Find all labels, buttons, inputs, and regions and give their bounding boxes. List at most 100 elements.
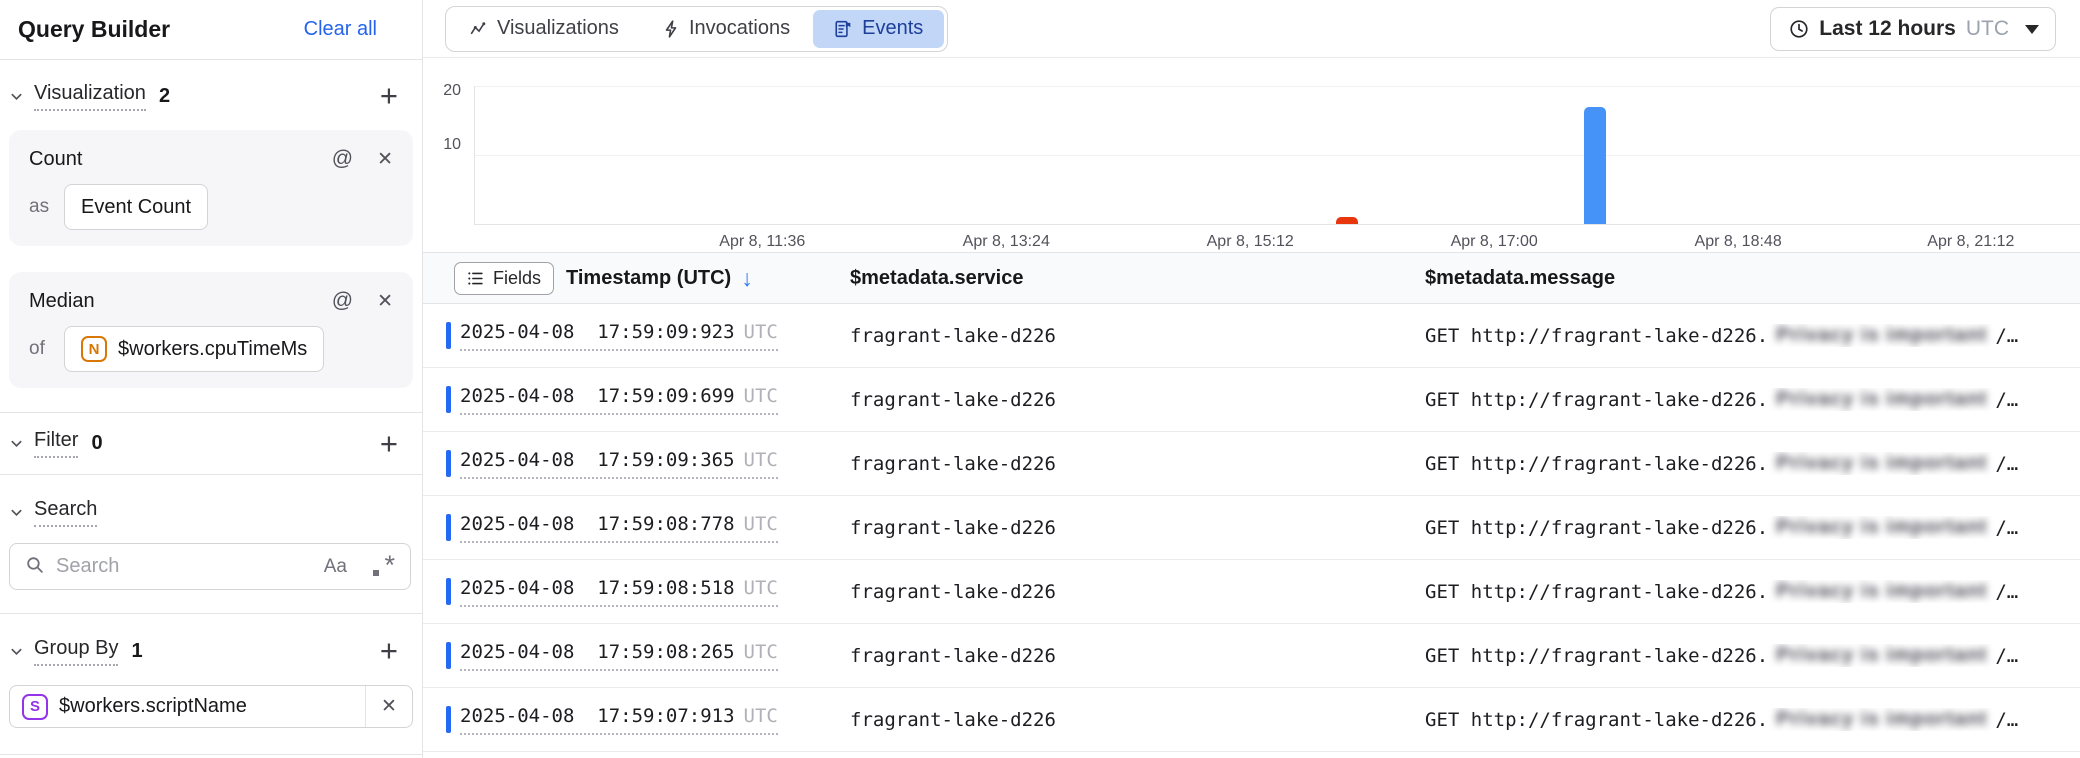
event-row[interactable]: 2025-04-08 17:59:09:365UTC fragrant-lake…	[423, 432, 2080, 496]
event-severity-chip	[446, 706, 451, 733]
time-range-label: Last 12 hours	[1819, 17, 1956, 41]
tab-invocations[interactable]: Invocations	[642, 10, 811, 48]
redacted-text: Privacy is important	[1776, 452, 1987, 475]
event-message-prefix: GET http://fragrant-lake-d226.	[1425, 453, 1768, 475]
utc-suffix: UTC	[744, 449, 778, 471]
visualization-count: 2	[159, 85, 170, 108]
events-document-icon	[834, 20, 852, 38]
event-row[interactable]: 2025-04-08 17:59:08:518UTC fragrant-lake…	[423, 560, 2080, 624]
tab-label: Invocations	[689, 17, 790, 40]
query-builder-header: Query Builder Clear all	[0, 0, 422, 60]
event-timestamp: 2025-04-08 17:59:09:923	[460, 321, 735, 343]
event-service: fragrant-lake-d226	[850, 325, 1425, 347]
column-header-message[interactable]: $metadata.message	[1425, 253, 1615, 303]
group-by-section-title: Group By	[34, 637, 118, 666]
column-header-timestamp[interactable]: Timestamp (UTC) ↓	[566, 253, 753, 303]
event-message-suffix: /…	[1995, 517, 2018, 539]
chevron-down-icon[interactable]	[9, 436, 24, 451]
close-icon[interactable]: ✕	[377, 148, 393, 171]
clear-all-link[interactable]: Clear all	[304, 18, 377, 41]
chevron-down-icon[interactable]	[9, 505, 24, 520]
tab-label: Events	[862, 17, 923, 40]
gridline-20	[475, 86, 2080, 87]
gridline-10	[475, 155, 2080, 156]
visualization-card-count: Count @ ✕ as Event Count	[9, 130, 413, 246]
event-service: fragrant-lake-d226	[850, 517, 1425, 539]
main-toolbar: Visualizations Invocations Events Last 1…	[423, 0, 2080, 58]
chart-bar[interactable]	[1336, 217, 1358, 224]
event-message-prefix: GET http://fragrant-lake-d226.	[1425, 389, 1768, 411]
add-group-by-button[interactable]: +	[380, 641, 398, 661]
timezone-label: UTC	[1966, 17, 2009, 41]
event-row[interactable]: 2025-04-08 17:59:07:913UTC fragrant-lake…	[423, 688, 2080, 752]
utc-suffix: UTC	[744, 641, 778, 663]
event-row[interactable]: 2025-04-08 17:59:09:699UTC fragrant-lake…	[423, 368, 2080, 432]
utc-suffix: UTC	[744, 577, 778, 599]
lightning-icon	[663, 20, 679, 38]
search-section-title: Search	[34, 498, 97, 527]
chevron-down-icon[interactable]	[9, 89, 24, 104]
tab-visualizations[interactable]: Visualizations	[449, 10, 640, 48]
group-by-count: 1	[131, 640, 142, 663]
number-type-icon: N	[81, 336, 107, 362]
main-content: Visualizations Invocations Events Last 1…	[423, 0, 2080, 758]
time-range-selector[interactable]: Last 12 hours UTC	[1770, 7, 2056, 51]
visualization-section-title: Visualization	[34, 82, 146, 111]
observability-app: Query Builder Clear all Visualization 2 …	[0, 0, 2080, 758]
utc-suffix: UTC	[744, 513, 778, 535]
chevron-down-icon[interactable]	[9, 644, 24, 659]
redacted-text: Privacy is important	[1776, 516, 1987, 539]
event-service: fragrant-lake-d226	[850, 389, 1425, 411]
event-row[interactable]: 2025-04-08 17:59:08:778 UTC fragrant-lake…	[423, 496, 2080, 560]
card-prefix-label: of	[29, 338, 64, 360]
event-message-suffix: /…	[1995, 709, 2018, 731]
remove-group-by-button[interactable]: ✕	[366, 686, 412, 727]
chart-bar[interactable]	[1584, 107, 1606, 224]
event-severity-chip	[446, 642, 451, 669]
event-severity-chip	[446, 322, 451, 349]
card-title: Count	[29, 148, 82, 171]
event-message-prefix: GET http://fragrant-lake-d226.	[1425, 517, 1768, 539]
x-axis-tick: Apr 8, 18:48	[1695, 233, 1782, 251]
regex-toggle-icon[interactable]: *	[371, 555, 395, 579]
events-table: Fields Timestamp (UTC) ↓ $metadata.servi…	[423, 252, 2080, 758]
y-axis-tick: 20	[425, 82, 461, 100]
search-icon	[25, 555, 44, 579]
search-input[interactable]	[56, 555, 324, 578]
event-row[interactable]: 2025-04-08 17:59:09:923 UTC fragrant-lake…	[423, 304, 2080, 368]
group-by-chip[interactable]: S $workers.scriptName ✕	[9, 685, 413, 728]
close-icon[interactable]: ✕	[377, 290, 393, 313]
filter-section-title: Filter	[34, 429, 78, 458]
event-message-suffix: /…	[1995, 645, 2018, 667]
at-sign-icon[interactable]: @	[332, 147, 353, 171]
sort-descending-icon[interactable]: ↓	[741, 265, 753, 292]
events-table-header: Fields Timestamp (UTC) ↓ $metadata.servi…	[423, 252, 2080, 304]
x-axis-tick: Apr 8, 21:12	[1927, 233, 2014, 251]
events-histogram: 20 10 Apr 8, 11:36 Apr 8, 13:24 Apr 8, 1…	[423, 58, 2080, 252]
x-axis-tick: Apr 8, 11:36	[719, 233, 805, 251]
redacted-text: Privacy is important	[1776, 644, 1987, 667]
page-title: Query Builder	[18, 16, 170, 43]
match-case-toggle[interactable]: Aa	[324, 556, 347, 578]
query-builder-panel: Query Builder Clear all Visualization 2 …	[0, 0, 423, 758]
event-message-suffix: /…	[1995, 389, 2018, 411]
event-message-prefix: GET http://fragrant-lake-d226.	[1425, 645, 1768, 667]
add-visualization-button[interactable]: +	[380, 86, 398, 106]
x-axis-tick: Apr 8, 17:00	[1451, 233, 1538, 251]
field-pill[interactable]: N $workers.cpuTimeMs	[64, 326, 324, 372]
view-tab-group: Visualizations Invocations Events	[445, 6, 948, 52]
redacted-text: Privacy is important	[1776, 388, 1987, 411]
at-sign-icon[interactable]: @	[332, 289, 353, 313]
x-axis-tick: Apr 8, 13:24	[963, 233, 1050, 251]
column-header-service[interactable]: $metadata.service	[850, 253, 1023, 303]
fields-button[interactable]: Fields	[454, 262, 554, 295]
alias-pill[interactable]: Event Count	[64, 184, 208, 230]
event-timestamp: 2025-04-08 17:59:08:778	[460, 513, 735, 535]
tab-events[interactable]: Events	[813, 10, 944, 48]
event-row[interactable]: 2025-04-08 17:59:08:265UTC fragrant-lake…	[423, 624, 2080, 688]
field-pill-label: $workers.cpuTimeMs	[118, 338, 307, 361]
redacted-text: Privacy is important	[1776, 580, 1987, 603]
utc-suffix: UTC	[744, 321, 778, 343]
event-service: fragrant-lake-d226	[850, 581, 1425, 603]
add-filter-button[interactable]: +	[380, 434, 398, 454]
